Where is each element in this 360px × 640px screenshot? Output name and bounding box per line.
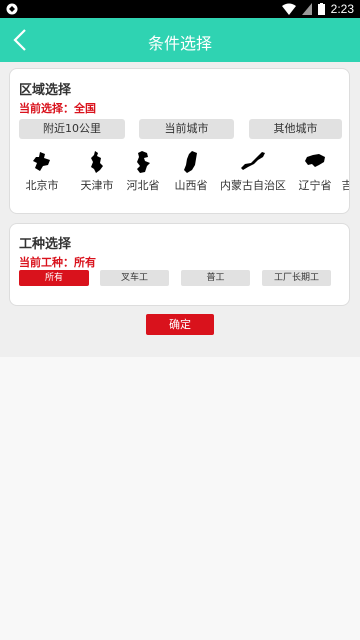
region-scope-segments: 附近10公里 当前城市 其他城市: [19, 119, 342, 139]
confirm-button[interactable]: 确定: [146, 314, 214, 335]
work-type-factory-long-term[interactable]: 工厂长期工: [262, 270, 331, 286]
liaoning-map-icon: [305, 154, 325, 167]
region-item-jilin[interactable]: 吉: [327, 151, 350, 193]
work-type-forklift[interactable]: 叉车工: [100, 270, 169, 286]
region-item-tianjin[interactable]: 天津市: [72, 151, 122, 193]
work-section-title: 工种选择: [19, 237, 72, 252]
work-type-card: 工种选择 当前工种：所有 所有 叉车工 普工 工厂长期工: [9, 223, 350, 306]
other-city-button[interactable]: 其他城市: [249, 119, 342, 139]
region-label: 河北省: [126, 179, 160, 192]
nearby-10km-button[interactable]: 附近10公里: [19, 119, 125, 139]
status-bar: 2:23: [0, 0, 360, 18]
work-current-label: 当前工种：所有: [19, 256, 96, 269]
region-label: 吉: [341, 179, 350, 192]
status-time: 2:23: [330, 2, 354, 16]
tianjin-map-icon: [91, 151, 103, 173]
region-item-hebei[interactable]: 河北省: [118, 151, 168, 193]
region-item-beijing[interactable]: 北京市: [17, 151, 67, 193]
page-title: 条件选择: [147, 34, 212, 53]
region-label: 内蒙古自治区: [220, 179, 286, 192]
app-bar: 条件选择: [0, 18, 360, 62]
shanxi-map-icon: [184, 151, 197, 173]
region-label: 北京市: [25, 179, 59, 192]
region-section-title: 区域选择: [19, 83, 72, 98]
region-selection-card: 区域选择 当前选择：全国 附近10公里 当前城市 其他城市 北京市 天津市 河北…: [9, 68, 350, 214]
work-type-general[interactable]: 普工: [181, 270, 250, 286]
wifi-icon: [281, 3, 296, 15]
beijing-map-icon: [33, 152, 50, 171]
work-type-options: 所有 叉车工 普工 工厂长期工: [19, 270, 341, 286]
region-item-shanxi[interactable]: 山西省: [166, 151, 216, 193]
current-city-button[interactable]: 当前城市: [139, 119, 234, 139]
region-label: 天津市: [80, 179, 114, 192]
region-current-label: 当前选择：全国: [19, 102, 96, 115]
region-label: 山西省: [174, 179, 208, 192]
region-list: 北京市 天津市 河北省 山西省 内蒙古自治区 辽宁省 吉: [10, 151, 349, 201]
inner-mongolia-map-icon: [241, 152, 265, 170]
hebei-map-icon: [137, 151, 150, 173]
battery-icon: [317, 3, 325, 15]
work-type-all[interactable]: 所有: [19, 270, 89, 286]
jilin-map-icon: [337, 151, 349, 173]
region-item-inner-mongolia[interactable]: 内蒙古自治区: [220, 151, 286, 193]
app-notification-icon: [6, 3, 18, 15]
signal-icon: [301, 3, 312, 15]
